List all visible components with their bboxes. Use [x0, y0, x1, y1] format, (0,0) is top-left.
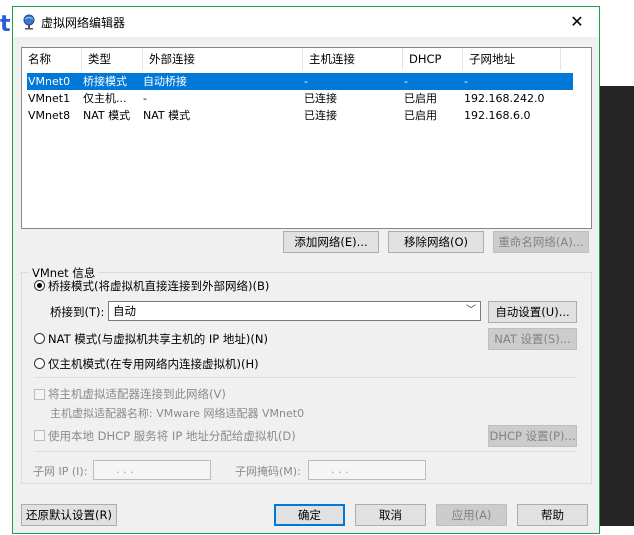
subnet-ip-label: 子网 IP (I):: [33, 465, 88, 478]
table-row[interactable]: VMnet0 桥接模式 自动桥接 - - -: [27, 73, 573, 90]
auto-settings-button[interactable]: 自动设置(U)...: [488, 301, 577, 323]
network-list-header: 名称 类型 外部连接 主机连接 DHCP 子网地址: [22, 48, 573, 70]
background-partial-text: t: [0, 12, 11, 37]
rename-network-button[interactable]: 重命名网络(A)...: [493, 231, 589, 253]
remove-network-button[interactable]: 移除网络(O): [388, 231, 484, 253]
cell-dhcp: 已启用: [404, 109, 437, 122]
cell-name: VMnet0: [28, 75, 71, 88]
ok-button[interactable]: 确定: [274, 504, 345, 526]
subnet-mask-field[interactable]: . . .: [308, 460, 426, 480]
background-window: [600, 86, 634, 526]
dialog-title: 虚拟网络编辑器: [41, 16, 126, 30]
divider: [35, 451, 577, 452]
title-bar: 虚拟网络编辑器 ✕: [13, 7, 599, 37]
column-header-name[interactable]: 名称: [22, 48, 82, 70]
cell-host: -: [304, 75, 308, 88]
connect-adapter-checkbox[interactable]: [34, 389, 45, 400]
close-icon[interactable]: ✕: [555, 7, 599, 37]
cell-name: VMnet1: [28, 92, 71, 105]
cell-subnet: -: [464, 75, 468, 88]
chevron-down-icon: ﹀: [466, 305, 476, 316]
cell-type: 仅主机...: [83, 92, 127, 105]
dhcp-settings-button[interactable]: DHCP 设置(P)...: [488, 425, 577, 447]
cell-host: 已连接: [304, 109, 337, 122]
network-globe-icon: [23, 14, 35, 30]
table-row[interactable]: VMnet8 NAT 模式 NAT 模式 已连接 已启用 192.168.6.0: [27, 107, 573, 124]
adapter-name-text: 主机虚拟适配器名称: VMware 网络适配器 VMnet0: [50, 407, 305, 420]
add-network-button[interactable]: 添加网络(E)...: [283, 231, 379, 253]
divider: [35, 377, 577, 378]
cell-dhcp: -: [404, 75, 408, 88]
host-only-label[interactable]: 仅主机模式(在专用网络内连接虚拟机)(H): [48, 356, 259, 372]
dhcp-checkbox[interactable]: [34, 430, 45, 441]
bridged-label[interactable]: 桥接模式(将虚拟机直接连接到外部网络)(B): [48, 278, 269, 294]
nat-radio[interactable]: [34, 333, 45, 344]
network-list[interactable]: 名称 类型 外部连接 主机连接 DHCP 子网地址 VMnet0 桥接模式 自动…: [21, 47, 592, 229]
cell-external: -: [143, 92, 147, 105]
column-header-dhcp[interactable]: DHCP: [403, 48, 463, 70]
virtual-network-editor-dialog: 虚拟网络编辑器 ✕ 名称 类型 外部连接 主机连接 DHCP 子网地址 VMne…: [12, 6, 600, 534]
cell-name: VMnet8: [28, 109, 71, 122]
dhcp-label[interactable]: 使用本地 DHCP 服务将 IP 地址分配给虚拟机(D): [48, 428, 296, 444]
nat-settings-button[interactable]: NAT 设置(S)...: [488, 328, 577, 350]
table-row[interactable]: VMnet1 仅主机... - 已连接 已启用 192.168.242.0: [27, 90, 573, 107]
column-header-type[interactable]: 类型: [82, 48, 143, 70]
cell-type: 桥接模式: [83, 75, 127, 88]
column-header-subnet[interactable]: 子网地址: [463, 48, 561, 70]
cell-host: 已连接: [304, 92, 337, 105]
connect-adapter-label[interactable]: 将主机虚拟适配器连接到此网络(V): [48, 386, 226, 402]
host-only-radio[interactable]: [34, 358, 45, 369]
bridge-to-select[interactable]: 自动 ﹀: [108, 301, 481, 321]
cancel-button[interactable]: 取消: [355, 504, 426, 526]
subnet-mask-label: 子网掩码(M):: [235, 465, 301, 478]
cell-subnet: 192.168.242.0: [464, 92, 545, 105]
cell-subnet: 192.168.6.0: [464, 109, 531, 122]
cell-dhcp: 已启用: [404, 92, 437, 105]
help-button[interactable]: 帮助: [517, 504, 588, 526]
column-header-external[interactable]: 外部连接: [143, 48, 303, 70]
restore-defaults-button[interactable]: 还原默认设置(R): [21, 504, 117, 526]
cell-type: NAT 模式: [83, 109, 131, 122]
bridge-to-label: 桥接到(T):: [50, 305, 105, 319]
nat-label[interactable]: NAT 模式(与虚拟机共享主机的 IP 地址)(N): [48, 331, 268, 347]
bridge-to-value: 自动: [113, 304, 136, 318]
apply-button[interactable]: 应用(A): [436, 504, 507, 526]
bridged-radio[interactable]: [34, 280, 45, 291]
cell-external: 自动桥接: [143, 75, 187, 88]
cell-external: NAT 模式: [143, 109, 191, 122]
subnet-ip-field[interactable]: . . .: [93, 460, 211, 480]
column-header-host[interactable]: 主机连接: [303, 48, 403, 70]
